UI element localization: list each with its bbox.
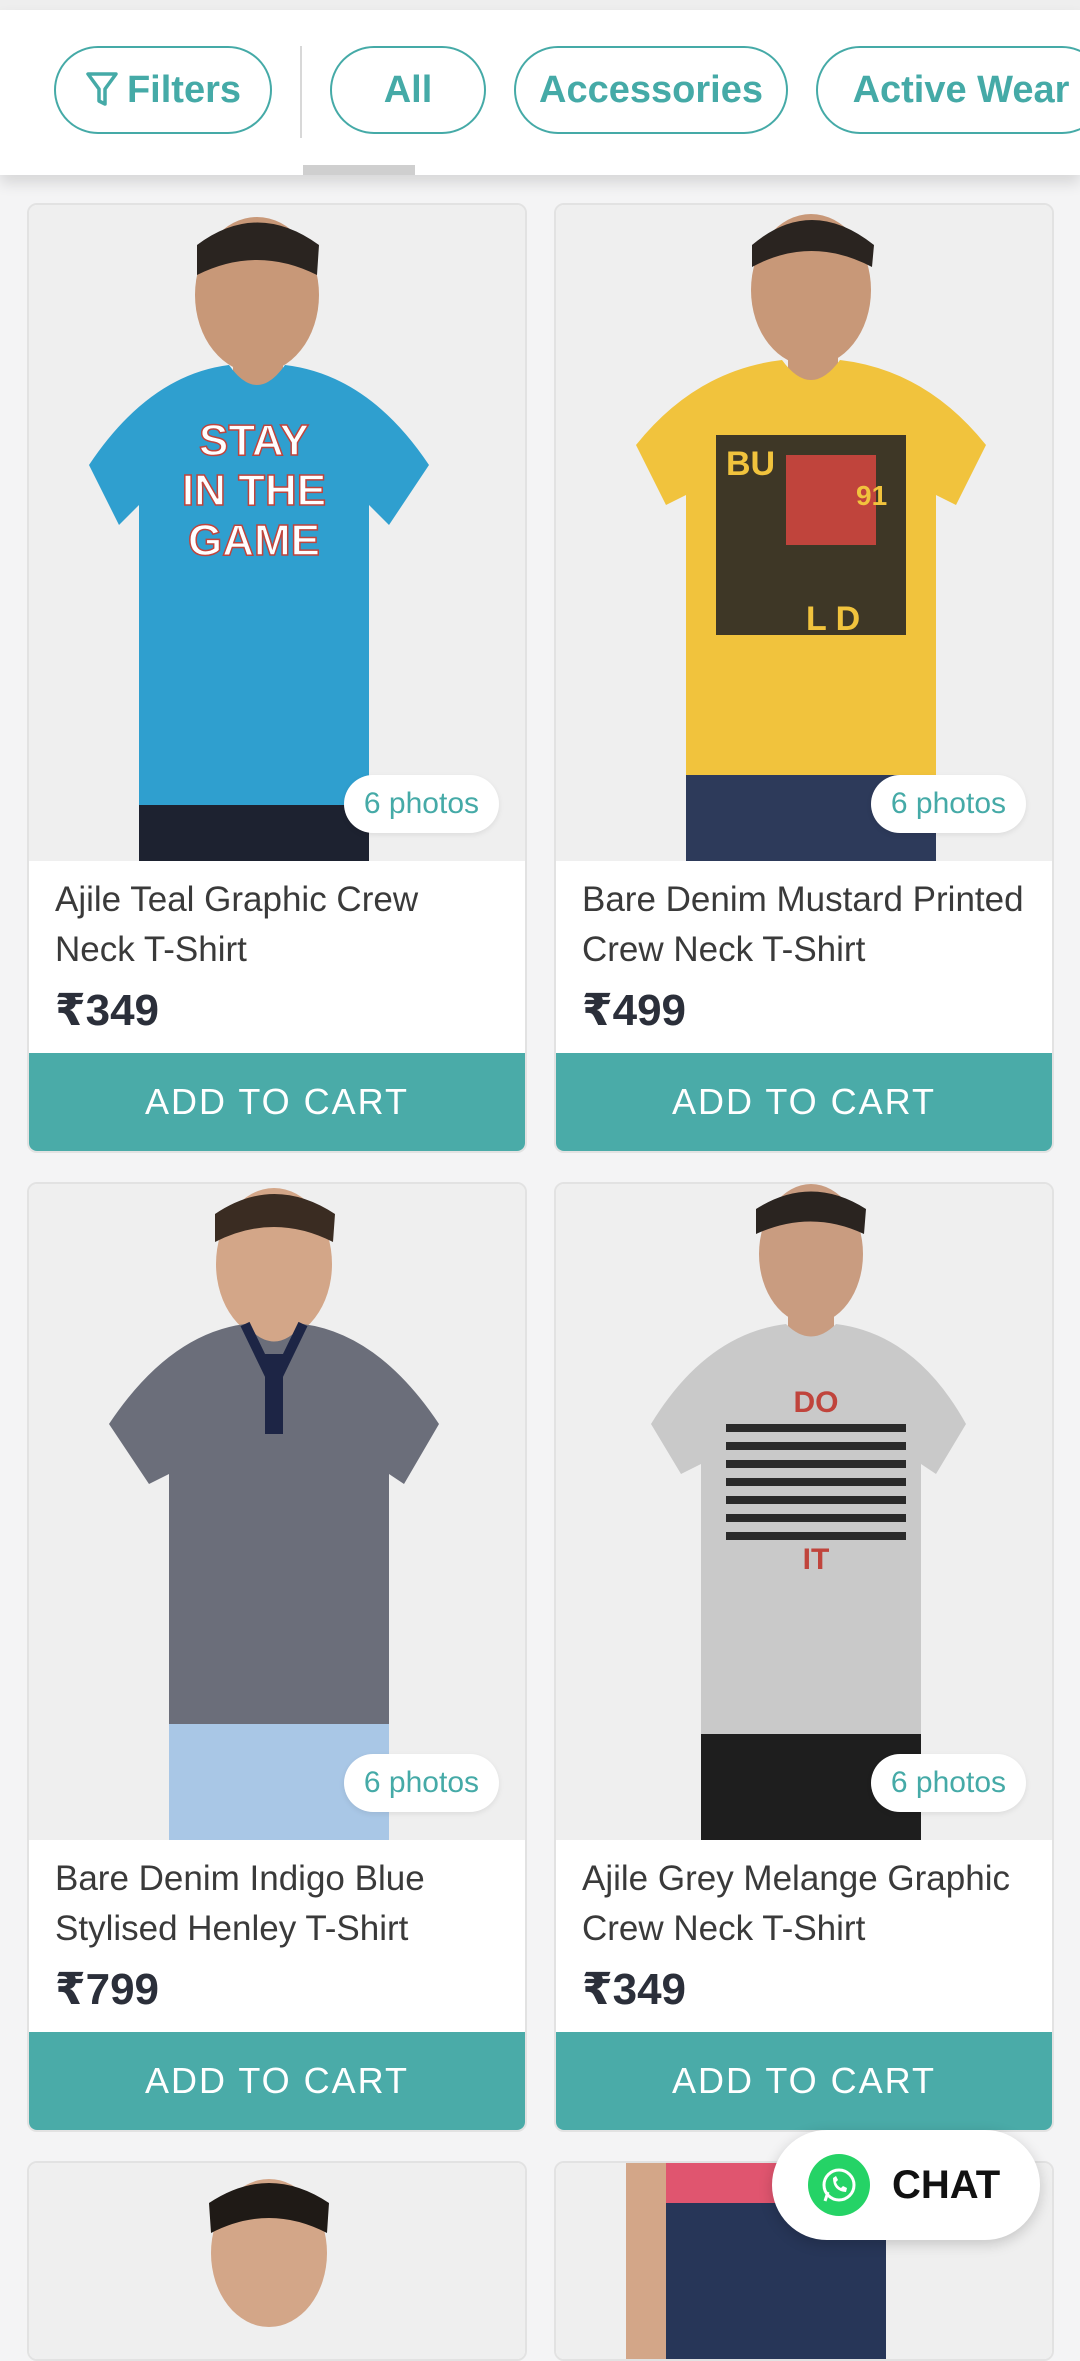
product-card[interactable]: BU 91 L D 6 photos Bare Denim Mustard Pr… — [554, 203, 1054, 1153]
product-image[interactable]: DO IT 6 photos — [556, 1184, 1052, 1840]
svg-text:L D: L D — [806, 600, 860, 638]
model-shirt-illustration — [29, 1184, 525, 1840]
filter-bar: Filters All Accessories Active Wear — [0, 10, 1080, 175]
product-title[interactable]: Ajile Grey Melange Graphic Crew Neck T-S… — [582, 1854, 1032, 1954]
photo-count-badge[interactable]: 6 photos — [870, 1754, 1026, 1812]
filters-label: Filters — [126, 68, 242, 111]
model-shirt-illustration: BU 91 L D — [556, 205, 1052, 861]
category-label: Active Wear — [852, 68, 1070, 111]
filters-button[interactable]: Filters — [54, 46, 272, 134]
product-card-partial[interactable] — [27, 2161, 527, 2361]
svg-text:IT: IT — [803, 1543, 830, 1576]
add-to-cart-button[interactable]: ADD TO CART — [29, 2032, 525, 2130]
photo-count-badge[interactable]: 6 photos — [870, 775, 1026, 833]
svg-text:IN THE: IN THE — [182, 466, 326, 515]
product-card[interactable]: 6 photos Bare Denim Indigo Blue Stylised… — [27, 1182, 527, 2132]
product-title[interactable]: Bare Denim Indigo Blue Stylised Henley T… — [55, 1854, 505, 1954]
product-price: ₹499 — [582, 986, 687, 1035]
category-pill-accessories[interactable]: Accessories — [514, 46, 788, 134]
model-shirt-illustration: STAY IN THE GAME — [29, 205, 525, 861]
svg-text:DO: DO — [794, 1386, 839, 1419]
product-title[interactable]: Ajile Teal Graphic Crew Neck T-Shirt — [55, 875, 505, 975]
product-image[interactable]: BU 91 L D 6 photos — [556, 205, 1052, 861]
category-pill-active-wear[interactable]: Active Wear — [816, 46, 1080, 134]
product-image[interactable]: 6 photos — [29, 1184, 525, 1840]
product-image[interactable]: STAY IN THE GAME 6 photos — [29, 205, 525, 861]
filter-icon — [86, 72, 118, 106]
photo-count-badge[interactable]: 6 photos — [343, 775, 499, 833]
model-shirt-illustration: DO IT — [556, 1184, 1052, 1840]
add-to-cart-button[interactable]: ADD TO CART — [29, 1053, 525, 1151]
product-price: ₹349 — [582, 1965, 687, 2014]
product-card[interactable]: STAY IN THE GAME 6 photos Ajile Teal Gra… — [27, 203, 527, 1153]
svg-text:BU: BU — [726, 445, 775, 483]
status-strip — [0, 0, 1080, 10]
category-pill-all[interactable]: All — [330, 46, 486, 134]
chat-label: CHAT — [892, 2162, 1001, 2207]
add-to-cart-button[interactable]: ADD TO CART — [556, 1053, 1052, 1151]
whatsapp-chat-button[interactable]: CHAT — [772, 2130, 1040, 2240]
whatsapp-icon — [808, 2154, 870, 2216]
product-price: ₹349 — [55, 986, 160, 1035]
product-title[interactable]: Bare Denim Mustard Printed Crew Neck T-S… — [582, 875, 1032, 975]
category-label: All — [383, 68, 433, 111]
svg-text:GAME: GAME — [188, 516, 320, 565]
category-label: Accessories — [539, 68, 763, 111]
svg-text:STAY: STAY — [199, 416, 309, 465]
filter-divider — [300, 46, 302, 138]
active-category-indicator — [303, 165, 415, 175]
photo-count-badge[interactable]: 6 photos — [343, 1754, 499, 1812]
model-photo-partial — [29, 2163, 525, 2359]
svg-text:91: 91 — [856, 480, 887, 511]
product-price: ₹799 — [55, 1965, 160, 2014]
add-to-cart-button[interactable]: ADD TO CART — [556, 2032, 1052, 2130]
product-card[interactable]: DO IT 6 photos Ajile Grey Melange Graphi… — [554, 1182, 1054, 2132]
